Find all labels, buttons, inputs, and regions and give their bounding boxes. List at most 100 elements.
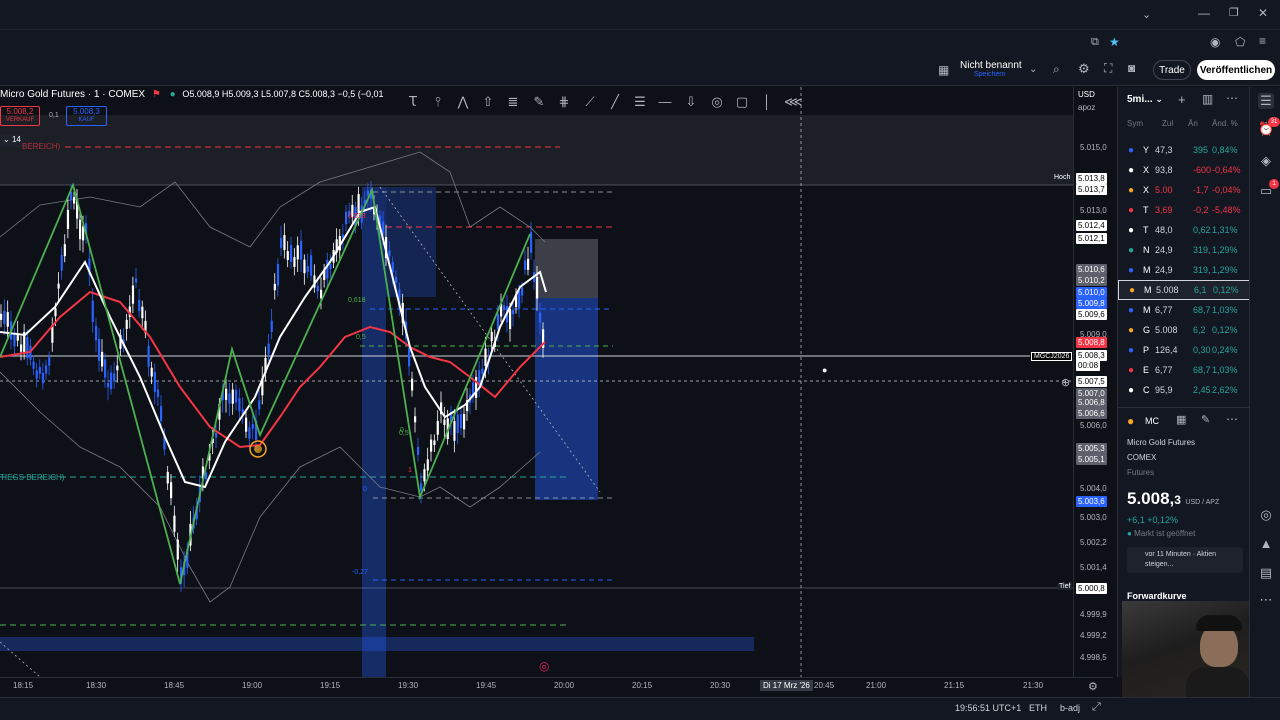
grid-icon[interactable]: ▦ <box>1176 413 1186 426</box>
clock-time[interactable]: 19:56:51 UTC+1 <box>955 703 1021 713</box>
col-change-pct[interactable]: Änd. % <box>1212 119 1238 128</box>
candle-body <box>63 244 66 257</box>
target-icon[interactable]: ◎ <box>1258 507 1274 523</box>
fullscreen-icon[interactable]: ⛶ <box>1104 61 1112 76</box>
close-icon[interactable]: ✕ <box>1258 6 1268 20</box>
fib-tool-icon[interactable]: ☰ <box>632 94 648 110</box>
vertical-line-icon[interactable]: │ <box>759 94 775 110</box>
chart-drawing[interactable] <box>0 87 1073 677</box>
candle-body <box>414 416 417 423</box>
row-last: 5.008 <box>1155 325 1178 335</box>
price-tag: 5.006,8 <box>1076 397 1107 408</box>
watchlist-row[interactable]: ● M 5.008 6,1 0,12% <box>1118 280 1250 300</box>
indicator-toggle[interactable]: ⌄ 14 <box>0 135 24 147</box>
session-toggle[interactable]: ETH <box>1029 703 1047 713</box>
watchlist-row[interactable]: ● M 24,9 319, 1,29% <box>1118 260 1250 280</box>
more-icon[interactable]: ⋯ <box>1226 91 1238 105</box>
candle-body <box>170 482 173 499</box>
publish-button[interactable]: Veröffentlichen <box>1197 60 1275 80</box>
watchlist-row[interactable]: ● X 5.00 -1,7 -0,04% <box>1118 180 1250 200</box>
more-icon[interactable]: ⋯ <box>1226 412 1238 426</box>
sell-button[interactable]: 5.008,2 VERKAUF <box>0 106 40 126</box>
watchlist-row[interactable]: ● X 93,8 -600 -0,64% <box>1118 160 1250 180</box>
layout-grid-icon[interactable]: ▦ <box>938 63 949 77</box>
search-icon[interactable]: ⌕ <box>1053 62 1060 77</box>
menu-icon[interactable]: ≡ <box>1259 34 1266 48</box>
pin-tool-icon[interactable]: ⫯ <box>430 94 446 110</box>
chart-canvas[interactable]: Micro Gold Futures · 1 · COMEX ⚑ ● O5.00… <box>0 87 1073 677</box>
candle-body <box>20 344 23 352</box>
channel-tool-icon[interactable]: ⋕ <box>556 94 572 110</box>
currency-selector[interactable]: USD apoz <box>1078 90 1095 112</box>
arrow-down-tool-icon[interactable]: ⇩ <box>683 94 699 110</box>
forward-curve-label[interactable]: Forwardkurve <box>1127 591 1187 601</box>
minimize-icon[interactable]: — <box>1198 6 1210 20</box>
brush-tool-icon[interactable]: ✎ <box>531 94 547 110</box>
crosshair-icon[interactable]: ⊕ <box>1061 376 1070 389</box>
camera-icon[interactable]: ◙ <box>1128 61 1135 75</box>
arrow-up-tool-icon[interactable]: ⇧ <box>480 94 496 110</box>
watchlist-row[interactable]: ● C 95,9 2,45 2,62% <box>1118 380 1250 400</box>
rectangle-tool-icon[interactable]: ▢ <box>734 94 750 110</box>
price-tag: 5.005,1 <box>1076 454 1107 465</box>
row-last: 3,69 <box>1155 205 1173 215</box>
trendline-tool-icon[interactable]: ╱ <box>607 94 623 110</box>
ray-tool-icon[interactable]: ⟋ <box>582 94 598 110</box>
buy-button[interactable]: 5.008,3 KAUF <box>66 106 107 126</box>
star-icon[interactable]: ★ <box>1109 35 1120 49</box>
candle-body <box>280 238 283 248</box>
more-tools-icon[interactable]: ⋘ <box>784 94 803 110</box>
price-axis[interactable]: USD apoz 5.015,05.013,05.011,05.010,05.0… <box>1073 87 1113 677</box>
adjustment-toggle[interactable]: b-adj <box>1060 703 1080 713</box>
watchlist-row[interactable]: ● P 126,4 0,30 0,24% <box>1118 340 1250 360</box>
watchlist-icon[interactable]: ☰ <box>1258 93 1274 109</box>
account-icon[interactable]: ◉ <box>1210 35 1220 49</box>
layout-name-button[interactable]: Nicht benannt Speichern <box>960 60 1032 82</box>
chevron-down-icon[interactable]: ⌄ <box>1029 64 1037 75</box>
watchlist-row[interactable]: ● G 5.008 6,2 0,12% <box>1118 320 1250 340</box>
expand-icon[interactable]: ⤢ <box>1092 701 1101 714</box>
more-icon[interactable]: ⋯ <box>1258 592 1274 608</box>
extension-icon[interactable]: ⬠ <box>1235 35 1245 49</box>
trade-button[interactable]: Trade <box>1153 60 1191 80</box>
watchlist-row[interactable]: ● T 48,0 0,62 1,31% <box>1118 220 1250 240</box>
col-last[interactable]: Zul <box>1162 119 1173 128</box>
candle-body <box>238 398 241 412</box>
pattern-tool-icon[interactable]: ⋀ <box>455 94 471 110</box>
add-symbol-icon[interactable]: + <box>1178 92 1186 107</box>
screenshot-icon[interactable]: ⧉ <box>1091 36 1099 49</box>
interval-selector[interactable]: 5mi... ⌄ <box>1127 94 1163 105</box>
time-tick: 20:45 <box>814 681 835 690</box>
maximize-icon[interactable]: ❐ <box>1229 6 1239 19</box>
text-tool-icon[interactable]: Ꚍ <box>405 94 421 110</box>
layers-icon[interactable]: ◈ <box>1258 153 1274 169</box>
col-symbol[interactable]: Sym <box>1127 119 1143 128</box>
lines-tool-icon[interactable]: ≣ <box>505 94 521 110</box>
symbol-title[interactable]: Micro Gold Futures · 1 · COMEX <box>0 89 145 100</box>
detail-symbol[interactable]: MC <box>1145 416 1159 426</box>
ideas-icon[interactable]: ▲ <box>1258 536 1274 552</box>
watchlist-row[interactable]: ● T 3,69 -0,2 -5,48% <box>1118 200 1250 220</box>
replay-icon[interactable]: ◎ <box>539 659 549 673</box>
calendar-icon[interactable]: ▤ <box>1258 565 1274 581</box>
news-card[interactable]: vor 11 Minuten · Aktien steigen... <box>1127 547 1243 573</box>
watchlist-row[interactable]: ● M 6,77 68,7 1,03% <box>1118 300 1250 320</box>
watchlist-row[interactable]: ● N 24,9 319, 1,29% <box>1118 240 1250 260</box>
edit-icon[interactable]: ✎ <box>1201 413 1210 426</box>
settings-icon[interactable]: ⚙ <box>1078 61 1090 77</box>
symbol-logo-icon: ● <box>1128 344 1135 356</box>
candle-body <box>110 372 113 390</box>
candle-body <box>395 277 398 283</box>
watchlist-row[interactable]: ● Y 47,3 395 0,84% <box>1118 140 1250 160</box>
columns-icon[interactable]: ▥ <box>1202 92 1213 106</box>
horizontal-line-icon[interactable]: — <box>657 94 673 110</box>
col-change[interactable]: Än <box>1188 119 1198 128</box>
settings-icon[interactable]: ⚙ <box>1088 680 1098 693</box>
row-change-pct: -0,04% <box>1212 185 1241 195</box>
time-axis[interactable]: 18:15 18:30 18:45 19:00 19:15 19:30 19:45 20:00… <box>0 677 1113 697</box>
watchlist-row[interactable]: ● E 6,77 68,7 1,03% <box>1118 360 1250 380</box>
chevron-down-icon[interactable]: ⌄ <box>1142 8 1151 21</box>
circle-tool-icon[interactable]: ◎ <box>709 94 725 110</box>
flag-icon[interactable]: ⚑ <box>152 89 161 100</box>
watchlist-panel: 5mi... ⌄ + ▥ ⋯ Sym Zul Än Änd. % ● Y 47,3 3… <box>1117 87 1250 697</box>
